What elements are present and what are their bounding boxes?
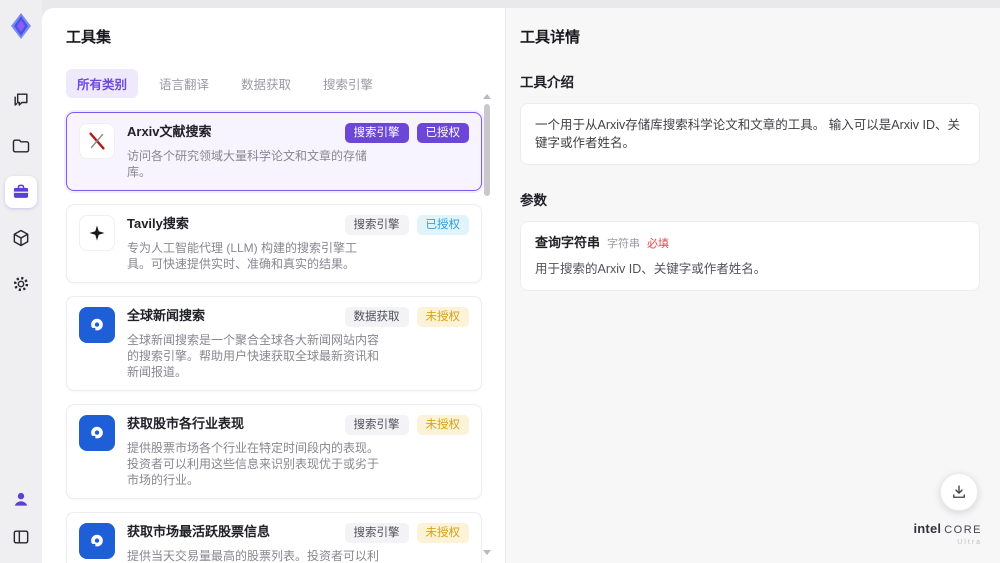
news-search-icon xyxy=(79,307,115,343)
brand-intel: intel xyxy=(913,521,942,536)
scroll-up-arrow-icon[interactable] xyxy=(483,94,491,99)
category-badge: 搜索引擎 xyxy=(344,523,409,543)
category-tabs: 所有类别 语言翻译 数据获取 搜索引擎 xyxy=(66,69,505,98)
download-button[interactable] xyxy=(940,473,978,511)
category-badge: 搜索引擎 xyxy=(344,215,409,235)
category-badge: 数据获取 xyxy=(344,307,409,327)
scrollbar xyxy=(483,94,491,555)
tool-desc: 访问各个研究领域大量科学论文和文章的存储库。 xyxy=(127,149,368,179)
tool-card-active-stocks[interactable]: 获取市场最活跃股票信息 搜索引擎 未授权 提供当天交易量最高的股票列表。投资者可… xyxy=(66,512,482,563)
param-desc: 用于搜索的Arxiv ID、关键字或作者姓名。 xyxy=(535,262,767,276)
tab-data-fetch[interactable]: 数据获取 xyxy=(230,69,302,98)
tavily-icon xyxy=(79,215,115,251)
param-type: 字符串 xyxy=(607,238,641,250)
tool-title: 获取股市各行业表现 xyxy=(127,416,245,431)
intro-heading: 工具介绍 xyxy=(520,75,574,90)
stock-active-icon xyxy=(79,523,115,559)
tool-title: 全球新闻搜索 xyxy=(127,308,206,323)
tool-title: Tavily搜索 xyxy=(127,216,189,231)
tool-desc: 提供股票市场各个行业在特定时间段内的表现。投资者可以利用这些信息来识别表现优于或… xyxy=(127,441,380,487)
panel-toggle-icon[interactable] xyxy=(5,521,37,553)
status-badge: 未授权 xyxy=(416,307,469,327)
rail-bottom xyxy=(5,483,37,553)
tab-language-translation[interactable]: 语言翻译 xyxy=(148,69,220,98)
params-heading: 参数 xyxy=(520,193,547,208)
tool-title: Arxiv文献搜索 xyxy=(127,124,212,139)
status-badge: 未授权 xyxy=(416,523,469,543)
download-icon xyxy=(953,485,965,498)
rail-nav xyxy=(5,84,37,300)
detail-title: 工具详情 xyxy=(520,29,581,46)
tool-desc: 专为人工智能代理 (LLM) 构建的搜索引擎工具。可快速提供实时、准确和真实的结… xyxy=(127,241,358,271)
cube-icon[interactable] xyxy=(5,222,37,254)
tool-card-arxiv[interactable]: Arxiv文献搜索 搜索引擎 已授权 访问各个研究领域大量科学论文和文章的存储库… xyxy=(66,112,482,191)
tool-desc: 全球新闻搜索是一个聚合全球各大新闻网站内容的搜索引擎。帮助用户快速获取全球最新资… xyxy=(127,333,380,379)
status-badge: 已授权 xyxy=(416,123,469,143)
folder-icon[interactable] xyxy=(5,130,37,162)
user-icon[interactable] xyxy=(5,483,37,515)
param-name: 查询字符串 xyxy=(535,235,601,250)
tool-list: Arxiv文献搜索 搜索引擎 已授权 访问各个研究领域大量科学论文和文章的存储库… xyxy=(66,112,482,563)
status-badge: 已授权 xyxy=(416,215,469,235)
tool-card-sector-performance[interactable]: 获取股市各行业表现 搜索引擎 未授权 提供股票市场各个行业在特定时间段内的表现。… xyxy=(66,404,482,499)
status-badge: 未授权 xyxy=(416,415,469,435)
tool-card-global-news[interactable]: 全球新闻搜索 数据获取 未授权 全球新闻搜索是一个聚合全球各大新闻网站内容的搜索… xyxy=(66,296,482,391)
scroll-down-arrow-icon[interactable] xyxy=(483,550,491,555)
tool-card-tavily[interactable]: Tavily搜索 搜索引擎 已授权 专为人工智能代理 (LLM) 构建的搜索引擎… xyxy=(66,204,482,283)
detail-pane: 工具详情 工具介绍 一个用于从Arxiv存储库搜索科学论文和文章的工具。 输入可… xyxy=(505,8,1000,563)
chat-icon[interactable] xyxy=(5,84,37,116)
intro-card: 一个用于从Arxiv存储库搜索科学论文和文章的工具。 输入可以是Arxiv ID… xyxy=(520,103,980,165)
intro-text: 一个用于从Arxiv存储库搜索科学论文和文章的工具。 输入可以是Arxiv ID… xyxy=(535,118,961,150)
toolbox-icon[interactable] xyxy=(5,176,37,208)
tools-pane: 工具集 所有类别 语言翻译 数据获取 搜索引擎 Arxiv文献搜索 搜索引擎 已… xyxy=(42,8,505,563)
settings-icon[interactable] xyxy=(5,268,37,300)
tab-all-categories[interactable]: 所有类别 xyxy=(66,69,139,98)
intel-core-logo: intel CORE Ultra xyxy=(913,521,982,549)
arxiv-icon xyxy=(79,123,115,159)
stock-sector-icon xyxy=(79,415,115,451)
category-badge: 搜索引擎 xyxy=(344,415,409,435)
tool-desc: 提供当天交易量最高的股票列表。投资者可以利用这些信息来识别流动性强的股票和潜在的… xyxy=(127,549,380,563)
tool-title: 获取市场最活跃股票信息 xyxy=(127,524,271,539)
category-badge: 搜索引擎 xyxy=(344,123,409,143)
param-card: 查询字符串 字符串 必填 用于搜索的Arxiv ID、关键字或作者姓名。 xyxy=(520,221,980,291)
tab-search-engine[interactable]: 搜索引擎 xyxy=(312,69,384,98)
app-logo-icon xyxy=(7,12,35,40)
param-required-badge: 必填 xyxy=(647,238,670,250)
left-rail xyxy=(0,0,42,563)
page-title: 工具集 xyxy=(66,29,112,46)
scrollbar-thumb[interactable] xyxy=(484,104,490,196)
brand-sub: Ultra xyxy=(957,539,982,546)
brand-core: CORE xyxy=(944,524,982,536)
content-shell: 工具集 所有类别 语言翻译 数据获取 搜索引擎 Arxiv文献搜索 搜索引擎 已… xyxy=(42,8,1000,563)
